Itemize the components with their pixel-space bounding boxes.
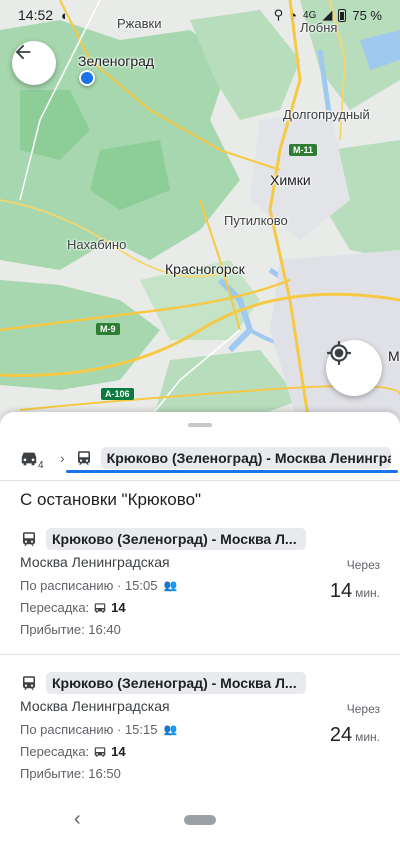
sheet-drag-handle[interactable] bbox=[188, 423, 212, 427]
train-icon bbox=[23, 676, 35, 690]
map-label-khimki: Химки bbox=[270, 172, 311, 188]
road-shield-m9: М-9 bbox=[96, 323, 120, 335]
trip-header: Крюково (Зеленоград) - Москва Л... bbox=[20, 672, 306, 694]
trip-eta: 14 мин. bbox=[330, 580, 380, 603]
route-summary-bar[interactable]: 4 › Крюково (Зеленоград) - Москва Ленинг… bbox=[0, 436, 400, 480]
road-shield-a106: А-106 bbox=[101, 388, 134, 400]
route-selected-indicator bbox=[66, 470, 398, 473]
trip-card[interactable]: Крюково (Зеленоград) - Москва Л... Москв… bbox=[0, 528, 400, 668]
car-count: 4 bbox=[38, 460, 44, 471]
trip-eta-unit: мин. bbox=[355, 730, 380, 744]
divider bbox=[0, 654, 400, 655]
map-label-nakhabino: Нахабино bbox=[67, 237, 127, 252]
system-nav-bar: ‹ bbox=[0, 800, 400, 844]
trip-eta-value: 24 bbox=[329, 724, 353, 746]
car-icon bbox=[21, 452, 37, 466]
trip-route-chip: Крюково (Зеленоград) - Москва Л... bbox=[46, 672, 306, 694]
trip-destination: Москва Ленинградская bbox=[20, 554, 170, 570]
trip-schedule: По расписанию · 15:15 👥 bbox=[20, 722, 177, 737]
battery-icon bbox=[338, 8, 347, 22]
car-mode[interactable]: 4 bbox=[18, 446, 50, 471]
divider bbox=[0, 480, 400, 481]
trip-schedule: По расписанию · 15:05 👥 bbox=[20, 578, 177, 593]
trip-scheduled-time: По расписанию · 15:05 bbox=[20, 578, 158, 593]
back-arrow-icon bbox=[15, 44, 31, 60]
map-label-zelenograd: Зеленоград bbox=[78, 53, 155, 69]
nav-back-icon[interactable]: ‹ bbox=[74, 808, 81, 831]
bus-icon bbox=[94, 746, 106, 757]
map-label-dolgoprudny: Долгопрудный bbox=[283, 107, 370, 122]
crowd-icon: 👥 bbox=[163, 724, 178, 736]
home-pill[interactable] bbox=[184, 815, 216, 825]
trip-transfer-label: Пересадка: bbox=[20, 744, 90, 759]
chevron-right-icon: › bbox=[60, 450, 65, 466]
trip-transfer: Пересадка: 14 bbox=[20, 744, 126, 759]
back-button[interactable] bbox=[12, 41, 56, 85]
trip-eta: 24 мин. bbox=[330, 724, 380, 747]
route-chip[interactable]: Крюково (Зеленоград) - Москва Ленинград bbox=[100, 447, 391, 469]
trip-arrival: Прибытие: 16:50 bbox=[20, 766, 121, 781]
bus-icon bbox=[94, 602, 106, 613]
trip-header: Крюково (Зеленоград) - Москва Л... bbox=[20, 528, 306, 550]
pin-icon: ⚲ bbox=[273, 7, 284, 22]
map-label-moskva-edge: М bbox=[388, 348, 400, 364]
map-label-krasnogorsk: Красногорск bbox=[165, 261, 245, 277]
trip-destination: Москва Ленинградская bbox=[20, 698, 170, 714]
train-icon bbox=[23, 532, 35, 546]
crowd-icon: 👥 bbox=[163, 580, 178, 592]
trip-through-label: Через bbox=[346, 558, 380, 572]
battery-percent: 75 % bbox=[352, 7, 382, 23]
my-location-button[interactable] bbox=[326, 340, 382, 396]
road-shield-m11: М-11 bbox=[289, 144, 318, 156]
trip-through-label: Через bbox=[346, 702, 380, 716]
train-icon bbox=[77, 451, 90, 465]
trip-transfer-number: 14 bbox=[111, 744, 126, 759]
dnd-icon: ◐ bbox=[61, 7, 69, 23]
trip-eta-value: 14 bbox=[329, 580, 353, 602]
map-view[interactable]: Ржавки Зеленоград Лобня Долгопрудный Хим… bbox=[0, 0, 400, 430]
trip-transfer-number: 14 bbox=[111, 600, 126, 615]
wifi-icon: ◔ bbox=[289, 7, 298, 23]
trip-transfer: Пересадка: 14 bbox=[20, 600, 126, 615]
section-title: С остановки "Крюково" bbox=[20, 490, 202, 509]
status-bar: 14:52 ◐ ⚲ ◔ 4G ◢ 75 % bbox=[0, 0, 400, 30]
trip-scheduled-time: По расписанию · 15:15 bbox=[20, 722, 158, 737]
status-time: 14:52 bbox=[18, 7, 54, 23]
current-location-dot bbox=[79, 70, 95, 86]
trip-eta-unit: мин. bbox=[355, 586, 380, 600]
trip-arrival: Прибытие: 16:40 bbox=[20, 622, 121, 637]
transit-sheet: 4 › Крюково (Зеленоград) - Москва Ленинг… bbox=[0, 412, 400, 844]
status-right: ⚲ ◔ 4G ◢ 75 % bbox=[274, 7, 382, 23]
my-location-icon bbox=[327, 341, 351, 365]
signal-icon: ◢ bbox=[322, 7, 333, 22]
trip-route-chip: Крюково (Зеленоград) - Москва Л... bbox=[46, 528, 306, 550]
trip-card[interactable]: Крюково (Зеленоград) - Москва Л... Москв… bbox=[0, 672, 400, 812]
trip-transfer-label: Пересадка: bbox=[20, 600, 90, 615]
map-label-putilkovo: Путилково bbox=[224, 213, 288, 228]
signal-type: 4G bbox=[303, 9, 317, 21]
